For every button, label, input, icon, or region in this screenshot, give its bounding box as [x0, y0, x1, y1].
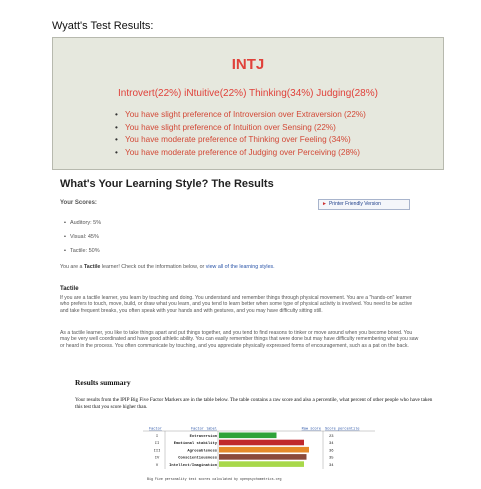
factor-label: Conscientiousness: [178, 456, 217, 461]
score-bar: [219, 461, 304, 467]
learner-type-line: You are a Tactile learner! Check out the…: [60, 264, 275, 270]
results-summary-heading: Results summary: [75, 378, 131, 387]
learner-prefix: You are a: [60, 264, 84, 270]
list-item: Tactile: 50%: [64, 244, 101, 258]
big-five-svg: Factor Factor label Raw score Score percent…: [143, 427, 375, 469]
big-five-chart: Factor Factor label Raw score Score percent…: [143, 425, 383, 475]
score-bar: [219, 439, 304, 446]
factor-label: Agreeableness: [187, 448, 217, 453]
factor-number: II: [155, 442, 160, 446]
view-all-styles-link[interactable]: view all of the learning styles.: [206, 264, 275, 270]
column-header-factor: Factor: [149, 427, 162, 432]
learner-type: Tactile: [83, 264, 101, 270]
percentile-value: 23: [329, 435, 334, 439]
column-header-percentile: Score percentile: [325, 427, 360, 432]
learning-style-title: What's Your Learning Style? The Results: [60, 178, 274, 190]
list-item: You have slight preference of Intuition …: [115, 122, 366, 135]
tactile-paragraph-2: As a tactile learner, you like to take t…: [60, 330, 419, 349]
mbti-preference-list: You have slight preference of Introversi…: [115, 109, 366, 159]
score-bar: [219, 432, 277, 439]
printer-friendly-button[interactable]: ► Printer Friendly Version: [318, 199, 410, 210]
list-item: You have moderate preference of Judging …: [115, 147, 366, 160]
factor-number: IV: [155, 457, 160, 461]
list-item: You have slight preference of Introversi…: [115, 109, 366, 122]
factor-label: Emotional stability: [174, 441, 218, 446]
list-item: You have moderate preference of Thinking…: [115, 134, 366, 147]
mbti-result-box: INTJ Introvert(22%) iNtuitive(22%) Think…: [52, 37, 444, 170]
percentile-value: 35: [329, 457, 334, 461]
percentile-value: 34: [329, 442, 334, 446]
scores-label: Your Scores:: [60, 200, 97, 206]
learner-mid: learner! Check out the information below…: [100, 264, 206, 270]
list-item: Auditory: 5%: [64, 216, 101, 230]
results-description: Your results from the IPIP Big Five Fact…: [75, 397, 433, 410]
mbti-scores: Introvert(22%) iNtuitive(22%) Thinking(3…: [118, 88, 378, 99]
percentile-value: 34: [329, 464, 334, 468]
factor-number: III: [154, 449, 161, 453]
learning-scores-list: Auditory: 5% Visual: 45% Tactile: 50%: [64, 216, 101, 258]
page-title: Wyatt's Test Results:: [52, 20, 154, 32]
tactile-heading: Tactile: [60, 286, 79, 292]
tactile-paragraph-1: If you are a tactile learner, you learn …: [60, 295, 413, 314]
score-bar: [219, 446, 309, 453]
factor-label: Intellect/Imagination: [169, 463, 218, 468]
list-item: Visual: 45%: [64, 230, 101, 244]
factor-number: I: [156, 435, 158, 439]
percentile-value: 36: [329, 449, 334, 453]
big-five-footer: Big Five personality test scores calcula…: [147, 477, 282, 481]
score-bar: [219, 454, 307, 460]
printer-friendly-label: Printer Friendly Version: [328, 201, 381, 207]
arrow-right-icon: ►: [322, 201, 327, 207]
column-header-raw: Raw score: [302, 427, 321, 432]
mbti-type: INTJ: [231, 56, 265, 73]
column-header-label: Factor label: [191, 427, 217, 432]
factor-number: V: [156, 464, 159, 468]
factor-label: Extraversion: [190, 434, 218, 439]
